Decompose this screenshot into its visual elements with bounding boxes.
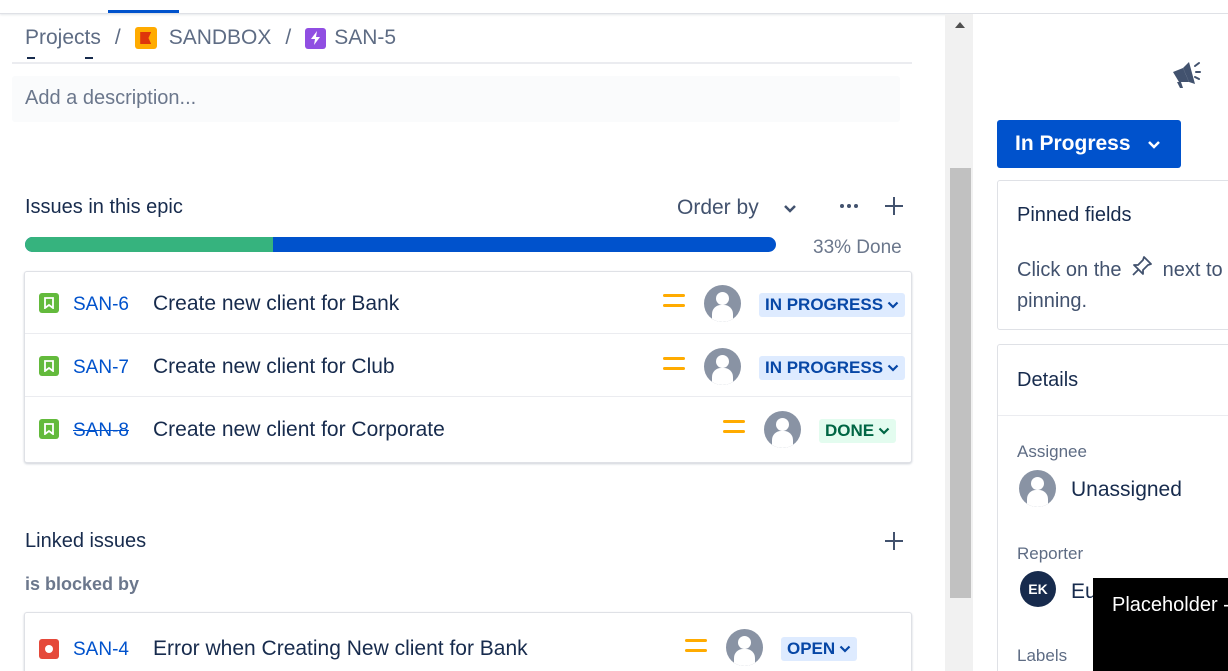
- issue-row[interactable]: SAN-8 Create new client for Corporate DO…: [25, 398, 911, 460]
- add-linked-issue-button[interactable]: [880, 527, 908, 555]
- pinned-hint-line2: pinning.: [1017, 290, 1088, 313]
- bookmark-icon: [39, 293, 59, 313]
- lightning-icon: [305, 27, 327, 49]
- epic-issues-list: SAN-6 Create new client for Bank IN PROG…: [24, 271, 912, 463]
- divider: [998, 415, 1228, 416]
- progress-label: 33% Done: [813, 237, 902, 258]
- reporter-avatar: EK: [1020, 571, 1056, 607]
- chevron-down-icon: [839, 645, 851, 653]
- linked-issues-heading: Linked issues: [25, 530, 147, 552]
- active-nav-indicator: [108, 10, 179, 13]
- plus-icon: [885, 532, 903, 550]
- breadcrumb-separator: /: [114, 26, 121, 49]
- details-title: Details: [1017, 369, 1079, 391]
- scroll-up-arrow-icon[interactable]: [955, 22, 965, 28]
- epic-issues-heading: Issues in this epic: [25, 196, 183, 218]
- assignee-value[interactable]: Unassigned: [1071, 478, 1182, 502]
- status-transition-button[interactable]: In Progress: [997, 120, 1181, 168]
- issue-key[interactable]: SAN-4: [73, 639, 129, 661]
- tooltip: Placeholder -: [1093, 578, 1228, 671]
- order-by-dropdown[interactable]: Order by: [677, 196, 797, 220]
- issue-row[interactable]: SAN-4 Error when Creating New client for…: [25, 615, 911, 671]
- status-dropdown[interactable]: OPEN: [781, 637, 858, 661]
- priority-medium-icon: [685, 639, 707, 657]
- plus-icon: [885, 197, 903, 215]
- order-by-label: Order by: [677, 196, 759, 219]
- description-heading-fragment: [25, 54, 95, 62]
- bug-icon: [39, 639, 59, 659]
- more-icon: [840, 204, 858, 208]
- chevron-down-icon: [887, 364, 899, 372]
- breadcrumb: Projects / SANDBOX / SAN-5: [25, 26, 396, 50]
- issue-summary: Create new client for Corporate: [153, 418, 445, 441]
- status-dropdown[interactable]: DONE: [819, 419, 897, 443]
- scrollbar-thumb[interactable]: [950, 168, 971, 598]
- chevron-down-icon: [878, 427, 890, 435]
- issue-key[interactable]: SAN-6: [73, 294, 129, 316]
- issue-row[interactable]: SAN-6 Create new client for Bank IN PROG…: [25, 272, 911, 334]
- pinned-fields-panel: Pinned fields Click on the next to pinni…: [997, 180, 1228, 330]
- chevron-down-icon: [1147, 140, 1161, 149]
- status-button-label: In Progress: [1015, 132, 1131, 155]
- flag-icon: [134, 27, 157, 49]
- issue-sidebar: In Progress Pinned fields Click on the n…: [973, 14, 1228, 671]
- chevron-down-icon: [783, 196, 797, 220]
- pinned-hint-end: next to: [1162, 259, 1223, 281]
- breadcrumb-separator: /: [285, 26, 292, 49]
- more-actions-button[interactable]: [836, 194, 862, 218]
- link-type-label: is blocked by: [25, 574, 140, 594]
- labels-label: Labels: [1017, 646, 1068, 665]
- reporter-label: Reporter: [1017, 544, 1084, 563]
- epic-progress-bar: [25, 237, 776, 252]
- pinned-fields-title: Pinned fields: [1017, 204, 1132, 226]
- priority-medium-icon: [663, 294, 685, 312]
- linked-issues-list: SAN-4 Error when Creating New client for…: [24, 612, 912, 671]
- breadcrumb-projects[interactable]: Projects: [25, 26, 101, 50]
- avatar[interactable]: [764, 411, 801, 448]
- assignee-label: Assignee: [1017, 442, 1087, 461]
- top-nav-bar: [0, 0, 1228, 14]
- pinned-fields-hint: Click on the next to pinning.: [1017, 255, 1223, 316]
- chevron-down-icon: [887, 301, 899, 309]
- priority-medium-icon: [723, 420, 745, 438]
- priority-medium-icon: [663, 357, 685, 375]
- pinned-hint-start: Click on the: [1017, 259, 1122, 281]
- pin-icon: [1131, 255, 1153, 286]
- status-label: IN PROGRESS: [765, 358, 884, 377]
- breadcrumb-issue[interactable]: SAN-5: [334, 26, 396, 50]
- status-label: OPEN: [787, 639, 836, 658]
- issue-key[interactable]: SAN-8: [73, 420, 129, 442]
- avatar[interactable]: [726, 629, 763, 666]
- avatar: [1019, 470, 1056, 507]
- status-label: DONE: [825, 421, 875, 440]
- issue-main-column: Projects / SANDBOX / SAN-5 Add a descrip…: [0, 14, 945, 671]
- progress-done-segment: [25, 237, 273, 252]
- issue-summary: Create new client for Bank: [153, 292, 400, 315]
- status-dropdown[interactable]: IN PROGRESS: [759, 356, 906, 380]
- divider: [12, 62, 912, 64]
- bookmark-icon: [39, 419, 59, 439]
- megaphone-icon[interactable]: [1169, 60, 1201, 90]
- bookmark-icon: [39, 356, 59, 376]
- description-field[interactable]: Add a description...: [12, 76, 900, 122]
- issue-summary: Create new client for Club: [153, 355, 395, 378]
- status-label: IN PROGRESS: [765, 295, 884, 314]
- issue-row[interactable]: SAN-7 Create new client for Club IN PROG…: [25, 335, 911, 397]
- add-child-issue-button[interactable]: [880, 192, 908, 220]
- issue-key[interactable]: SAN-7: [73, 357, 129, 379]
- avatar[interactable]: [704, 348, 741, 385]
- breadcrumb-project[interactable]: SANDBOX: [169, 26, 272, 50]
- avatar[interactable]: [704, 285, 741, 322]
- issue-summary: Error when Creating New client for Bank: [153, 637, 528, 660]
- status-dropdown[interactable]: IN PROGRESS: [759, 293, 906, 317]
